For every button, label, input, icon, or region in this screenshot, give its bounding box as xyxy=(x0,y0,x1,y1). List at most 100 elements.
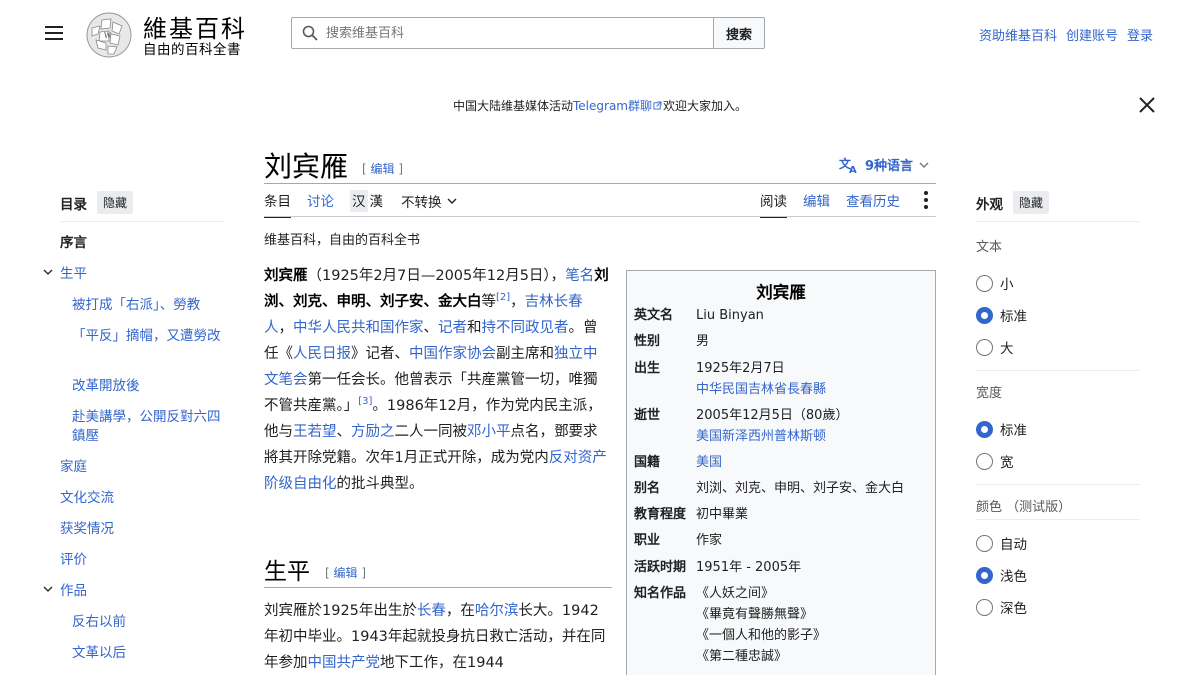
notable-work: 《人妖之间》 xyxy=(696,586,775,601)
tab-history[interactable]: 查看历史 xyxy=(846,190,900,218)
chevron-down-icon[interactable] xyxy=(43,268,53,276)
infobox-key: 出生 xyxy=(634,361,661,376)
main-menu-icon[interactable] xyxy=(45,26,63,40)
lead-text: 等 xyxy=(481,294,497,310)
toc-item-after-cr[interactable]: 文革以后 xyxy=(72,644,126,663)
radio-button[interactable] xyxy=(976,452,993,470)
radio-label: 标准 xyxy=(1000,423,1027,439)
appearance-divider xyxy=(976,221,1140,222)
link-wang-ruowang[interactable]: 王若望 xyxy=(293,424,337,440)
citation-3[interactable]: [3] xyxy=(358,396,372,407)
variant-dropdown-label: 不转换 xyxy=(401,195,442,211)
toc-item-reform[interactable]: 改革開放後 xyxy=(72,377,140,396)
lead-text: 、 xyxy=(423,320,439,336)
infobox-title: 刘宾雁 xyxy=(756,283,806,302)
create-account-link[interactable]: 创建账号 xyxy=(1066,25,1118,44)
radio-button-selected[interactable] xyxy=(976,306,993,324)
title-edit-link[interactable]: 编辑 xyxy=(371,162,395,176)
infobox-value: 美国 xyxy=(696,452,930,473)
chevron-down-icon xyxy=(447,198,456,204)
search-button[interactable]: 搜索 xyxy=(713,17,765,49)
infobox-row: 出生 1925年2月7日 中华民国吉林省長春縣 xyxy=(634,358,930,400)
infobox: 刘宾雁 英文名 Liu Binyan 性别 男 出生 1925年2月7日 中华民国吉林省… xyxy=(626,270,936,675)
language-button[interactable]: 文 A 9种语言 xyxy=(839,155,929,174)
toc-hide-button[interactable]: 隐藏 xyxy=(97,191,134,214)
translate-icon: 文 A xyxy=(839,156,857,174)
width-standard[interactable]: 标准 xyxy=(976,419,1027,439)
lead-text: 、 xyxy=(336,424,352,440)
toc-item-reviews[interactable]: 评价 xyxy=(60,551,87,570)
link-ccp[interactable]: 中国共产党 xyxy=(308,655,381,671)
radio-button-selected[interactable] xyxy=(976,420,993,438)
radio-label: 深色 xyxy=(1000,601,1027,617)
link-harbin[interactable]: 哈尔滨 xyxy=(475,603,519,619)
svg-text:W: W xyxy=(104,32,112,40)
toc-divider xyxy=(60,221,224,222)
tab-read[interactable]: 阅读 xyxy=(760,190,787,218)
link-reporter[interactable]: 记者 xyxy=(438,320,467,336)
login-link[interactable]: 登录 xyxy=(1127,25,1153,44)
toc-item-culture[interactable]: 文化交流 xyxy=(60,489,114,508)
text-size-standard[interactable]: 标准 xyxy=(976,305,1027,325)
site-notice: 中国大陆维基媒体活动Telegram群聊 欢迎大家加入。 xyxy=(0,97,1200,114)
infobox-row: 知名作品 《人妖之间》 《畢竟有聲勝無聲》 《一個人和他的影子》 《第二種忠誠》 xyxy=(634,583,930,667)
radio-button[interactable] xyxy=(976,274,993,292)
link-nationality[interactable]: 美国 xyxy=(696,452,930,473)
variant-simplified[interactable]: 汉 xyxy=(350,190,368,212)
lead-text: 》记者、 xyxy=(351,346,409,362)
toc-item-rightist[interactable]: 被打成「右派」、勞教 xyxy=(72,296,222,315)
link-pen-name[interactable]: 笔名 xyxy=(565,268,594,284)
link-deathplace[interactable]: 美国新泽西州普林斯顿 xyxy=(696,426,930,447)
toc-item-before-antirightist[interactable]: 反右以前 xyxy=(72,613,126,632)
more-actions-icon[interactable] xyxy=(924,191,930,209)
link-dissident[interactable]: 持不同政见者 xyxy=(482,320,569,336)
variant-traditional[interactable]: 漢 xyxy=(368,190,386,212)
radio-button[interactable] xyxy=(976,534,993,552)
toc-item-awards[interactable]: 获奖情况 xyxy=(60,520,114,539)
search-box xyxy=(291,17,714,49)
lead-paragraph: 刘宾雁（1925年2月7日—2005年12月5日），笔名刘浏、刘克、申明、刘子安… xyxy=(264,263,610,497)
variant-dropdown[interactable]: 不转换 xyxy=(401,190,457,218)
notice-telegram-link[interactable]: Telegram群聊 xyxy=(573,99,652,113)
radio-label: 大 xyxy=(1000,341,1014,357)
link-birthplace[interactable]: 中华民国吉林省長春縣 xyxy=(696,379,930,400)
link-deng-xiaoping[interactable]: 邓小平 xyxy=(467,424,511,440)
text-size-large[interactable]: 大 xyxy=(976,337,1014,357)
radio-button[interactable] xyxy=(976,598,993,616)
link-fang-lizhi[interactable]: 方励之 xyxy=(351,424,395,440)
infobox-value: 初中畢業 xyxy=(696,507,749,522)
radio-label: 标准 xyxy=(1000,309,1027,325)
link-peoples-daily[interactable]: 人民日报 xyxy=(293,346,351,362)
link-prc-writer[interactable]: 中华人民共和国作家 xyxy=(293,320,424,336)
tab-edit[interactable]: 编辑 xyxy=(803,190,830,218)
wikipedia-globe-logo[interactable]: W xyxy=(84,10,134,60)
search-input[interactable] xyxy=(326,25,686,41)
appearance-hide-button[interactable]: 隐藏 xyxy=(1013,191,1050,214)
toc-item-family[interactable]: 家庭 xyxy=(60,458,87,477)
text-size-small[interactable]: 小 xyxy=(976,273,1014,293)
toc-item-biography[interactable]: 生平 xyxy=(60,265,87,284)
width-wide[interactable]: 宽 xyxy=(976,451,1014,471)
link-changchun-city[interactable]: 长春 xyxy=(417,603,446,619)
toc-item-intro[interactable]: 序言 xyxy=(60,234,87,253)
tab-talk[interactable]: 讨论 xyxy=(307,190,334,218)
donate-link[interactable]: 资助维基百科 xyxy=(979,25,1057,44)
section-edit-link[interactable]: 编辑 xyxy=(334,566,358,580)
color-light[interactable]: 浅色 xyxy=(976,565,1027,585)
citation-2[interactable]: [2] xyxy=(496,292,510,303)
close-icon[interactable] xyxy=(1138,96,1156,114)
toc-item-rehabilitation[interactable]: 「平反」摘帽，又遭勞改 xyxy=(72,327,222,346)
link-writers-association[interactable]: 中国作家协会 xyxy=(409,346,496,362)
radio-button-selected[interactable] xyxy=(976,566,993,584)
toc-item-usa[interactable]: 赴美講學，公開反對六四鎮壓 xyxy=(72,408,222,446)
radio-button[interactable] xyxy=(976,338,993,356)
radio-label: 小 xyxy=(1000,277,1014,293)
chevron-down-icon[interactable] xyxy=(43,585,53,593)
color-auto[interactable]: 自动 xyxy=(976,533,1027,553)
body-text: ，在 xyxy=(445,603,475,619)
subject-name: 刘宾雁 xyxy=(264,268,308,284)
toc-item-works[interactable]: 作品 xyxy=(60,582,87,601)
tab-article[interactable]: 条目 xyxy=(264,190,291,218)
color-dark[interactable]: 深色 xyxy=(976,597,1027,617)
section-heading-biography: 生平 xyxy=(264,559,310,585)
